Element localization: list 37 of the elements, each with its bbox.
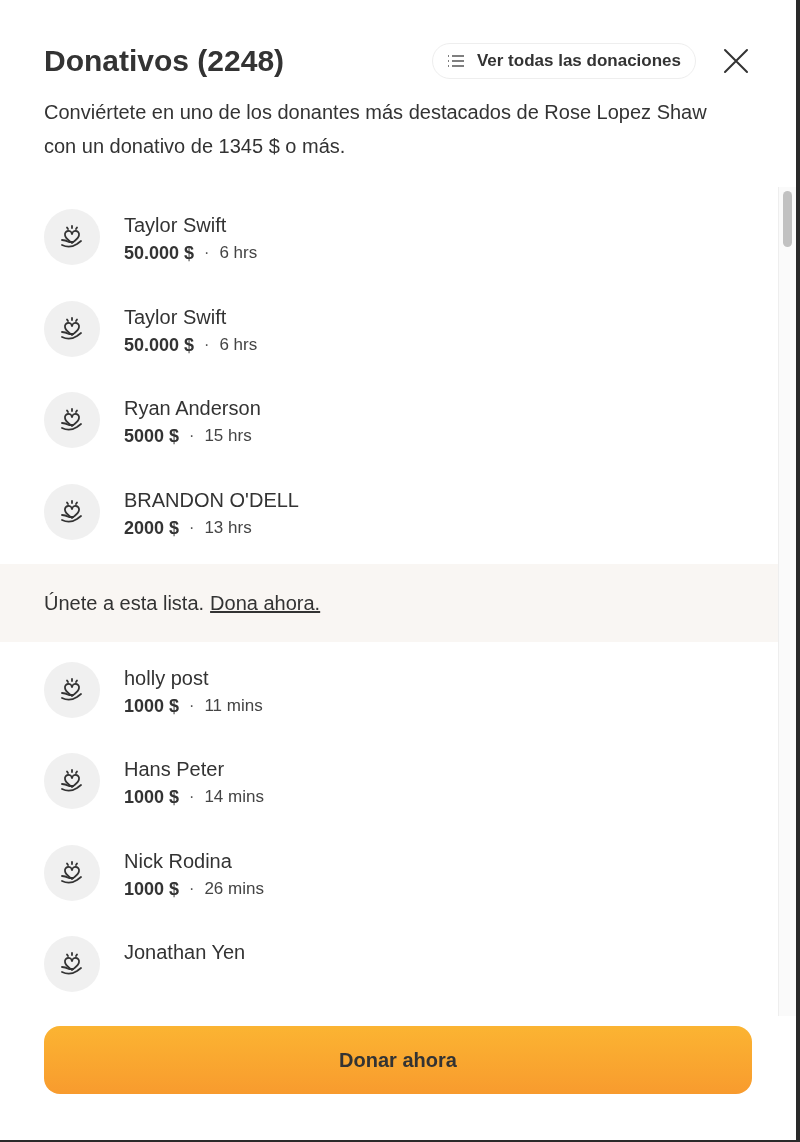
separator-dot: ·: [189, 426, 195, 447]
separator-dot: ·: [204, 334, 210, 355]
donor-name: Hans Peter: [124, 757, 226, 783]
donation-amount: 1000 $: [124, 694, 180, 718]
donor-name: Nick Rodina: [124, 848, 233, 874]
donate-button[interactable]: Donar ahora: [44, 1026, 752, 1094]
donation-time: 15 hrs: [204, 425, 252, 448]
donation-time: 13 hrs: [204, 516, 252, 539]
separator-dot: ·: [204, 243, 210, 263]
description-text: Conviértete en uno de los donantes más destacados de Rose Lopez Shaw con un donativo de 1345 $ o más.: [43, 100, 708, 159]
separator-dot: ·: [189, 878, 195, 899]
donation-amount: 1000 $: [124, 877, 180, 901]
donor-name: Taylor Swift: [124, 304, 228, 330]
donation-time: 26 mins: [204, 877, 264, 900]
donation-time: 11 mins: [204, 694, 263, 717]
separator-dot: ·: [189, 787, 195, 808]
separator-dot: ·: [189, 517, 195, 538]
donor-name: Ryan Anderson: [124, 396, 261, 422]
donation-amount: 2000 $: [124, 516, 180, 540]
donation-amount: 50.000 $: [124, 242, 195, 265]
donation-time: 6 hrs: [219, 242, 258, 264]
dialog-title: Donativos (2248): [44, 43, 286, 79]
donate-link[interactable]: Dona ahora.: [210, 587, 321, 618]
donor-name: Taylor Swift: [124, 213, 228, 238]
close-icon: [723, 47, 749, 74]
separator-dot: ·: [189, 695, 195, 716]
donation-amount: 50.000 $: [124, 333, 195, 357]
donation-amount: 5000 $: [124, 425, 180, 449]
donation-amount: 1000 $: [124, 786, 180, 810]
donation-time: 6 hrs: [219, 333, 258, 356]
donor-name: BRANDON O'DELL: [124, 487, 299, 513]
donor-name: holly post: [124, 665, 210, 691]
list-icon: [446, 53, 465, 68]
donation-time: 14 mins: [204, 786, 264, 809]
scrollbar-thumb[interactable]: [783, 191, 792, 247]
donor-name: Jonathan Yen: [124, 940, 246, 966]
join-text: Únete a esta lista.: [44, 590, 205, 616]
